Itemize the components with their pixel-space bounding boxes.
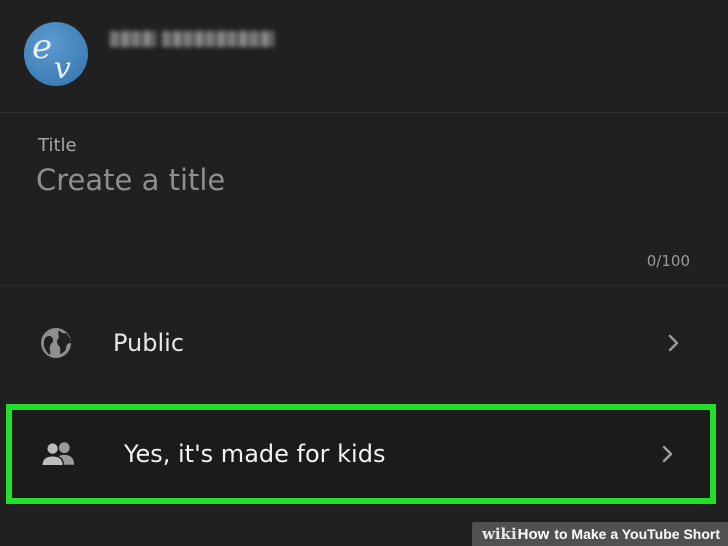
svg-text:e: e: [32, 27, 52, 67]
title-label: Title: [38, 135, 77, 156]
watermark-wiki: wiki: [481, 525, 517, 543]
title-section: Title 0/100: [0, 113, 728, 286]
audience-label: Yes, it's made for kids: [124, 440, 386, 468]
chevron-right-icon: [668, 334, 679, 352]
globe-icon: [41, 328, 71, 358]
watermark-how: How: [517, 525, 550, 543]
chevron-right-icon: [662, 445, 673, 463]
ev-logo-icon: e v: [32, 27, 71, 86]
wikihow-watermark: wiki How to Make a YouTube Short: [471, 522, 728, 546]
title-char-counter: 0/100: [646, 252, 690, 270]
upload-details-screen: e v Title 0/100 Public Ye: [0, 0, 728, 546]
visibility-label: Public: [113, 329, 185, 357]
watermark-title: to Make a YouTube Short: [554, 526, 720, 542]
visibility-row[interactable]: Public: [0, 296, 728, 390]
channel-header: e v: [0, 0, 728, 113]
svg-text:v: v: [54, 51, 71, 86]
title-input[interactable]: [36, 163, 676, 197]
channel-avatar: e v: [24, 22, 88, 86]
audience-row[interactable]: Yes, it's made for kids: [6, 404, 716, 504]
channel-name-blur: [110, 26, 290, 52]
people-icon: [41, 442, 75, 467]
